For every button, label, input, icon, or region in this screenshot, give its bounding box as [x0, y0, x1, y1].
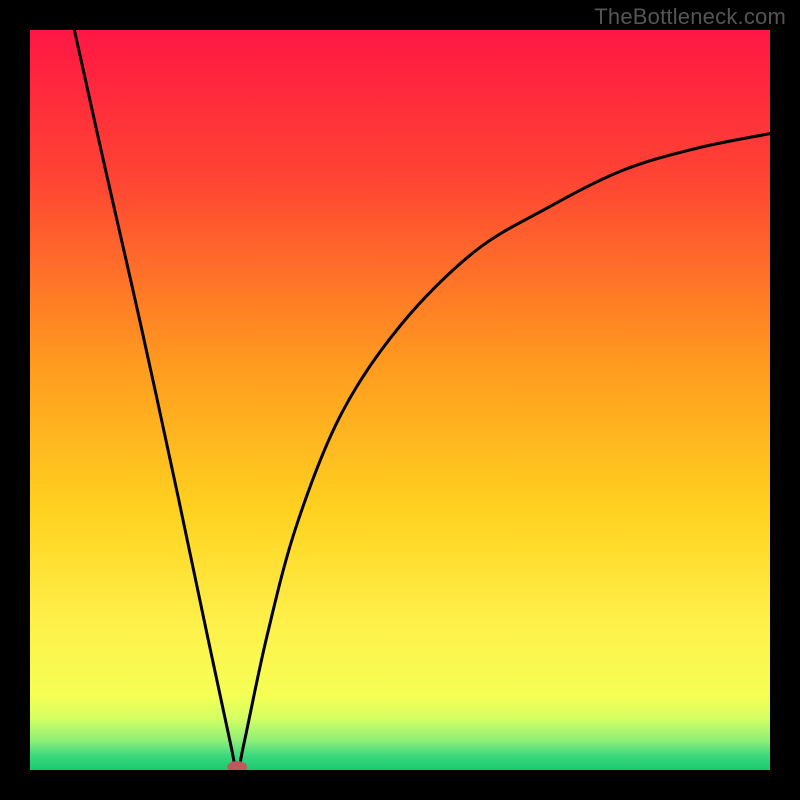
- chart-frame: [30, 30, 770, 770]
- bottleneck-curve-chart: [30, 30, 770, 770]
- watermark-text: TheBottleneck.com: [594, 4, 786, 30]
- gradient-background: [30, 30, 770, 770]
